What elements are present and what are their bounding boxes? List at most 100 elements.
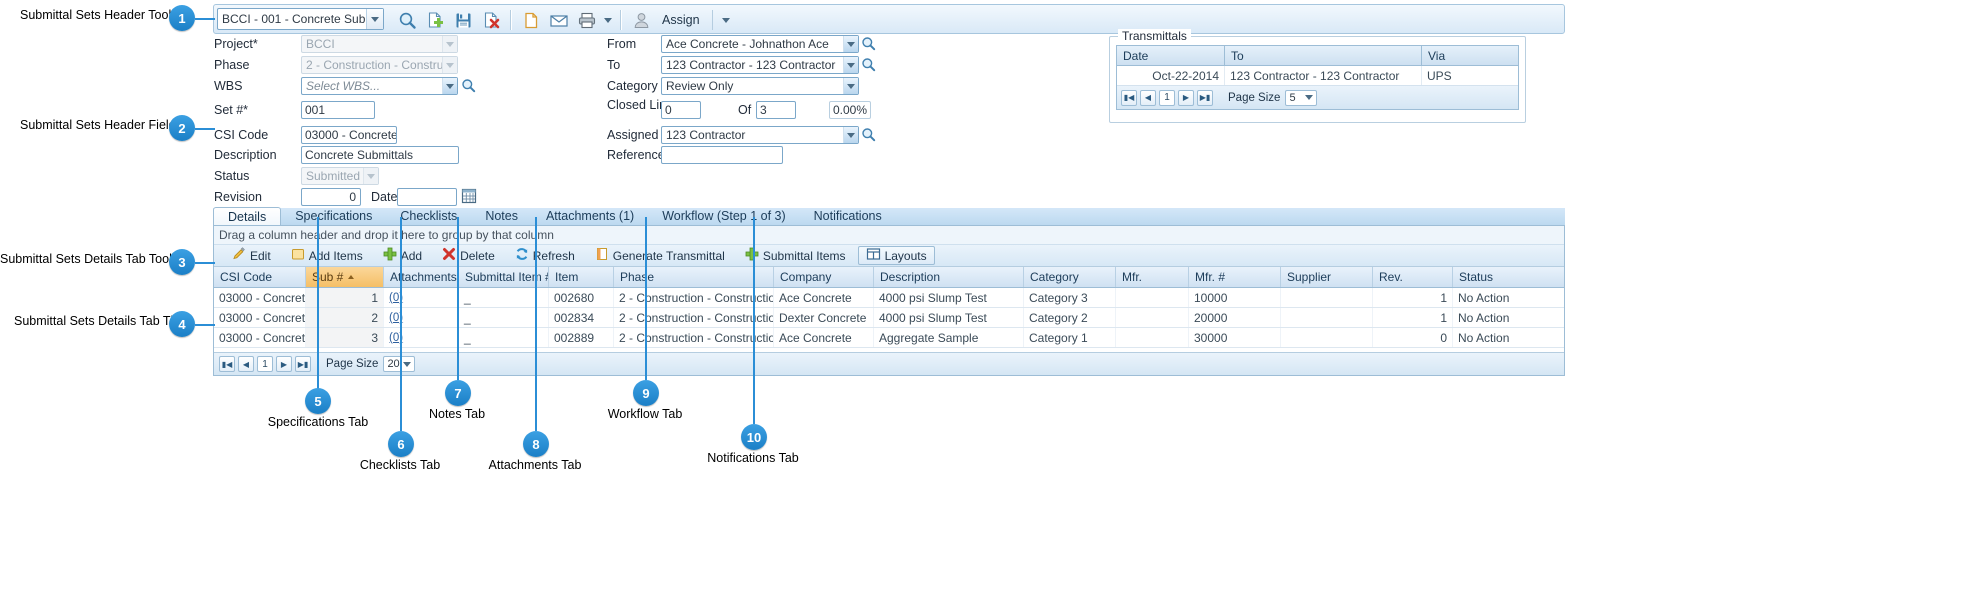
col-item[interactable]: Item xyxy=(549,267,614,287)
copy-icon[interactable] xyxy=(518,7,544,33)
chevron-down-icon[interactable] xyxy=(1305,95,1314,100)
chevron-down-icon[interactable] xyxy=(366,9,383,29)
to-search-icon[interactable] xyxy=(861,57,876,72)
callout-label-3: Submittal Sets Details Tab Toolbar xyxy=(0,252,190,266)
tab-attachments[interactable]: Attachments (1) xyxy=(532,207,648,225)
callout-label-9: Workflow Tab xyxy=(607,407,683,421)
cell-description: 4000 psi Slump Test xyxy=(874,288,1024,307)
col-rev[interactable]: Rev. xyxy=(1373,267,1453,287)
page-number-button[interactable]: 1 xyxy=(257,356,273,372)
assign-label[interactable]: Assign xyxy=(656,13,706,27)
col-company[interactable]: Company xyxy=(774,267,874,287)
prev-page-button[interactable]: ◀ xyxy=(238,356,254,372)
last-page-button[interactable]: ▶▮ xyxy=(295,356,311,372)
assign-dropdown-icon[interactable] xyxy=(719,7,733,33)
edit-button[interactable]: Edit xyxy=(224,246,279,265)
transmittals-col-via[interactable]: Via xyxy=(1422,46,1518,65)
tab-details[interactable]: Details xyxy=(213,207,282,225)
reference-input[interactable] xyxy=(661,146,783,164)
page-number-button[interactable]: 1 xyxy=(1159,89,1175,106)
description-value: Concrete Submittals xyxy=(305,148,414,162)
assigned-to-combo[interactable]: 123 Contractor xyxy=(661,126,859,144)
cell-attachments[interactable]: (0) xyxy=(384,328,459,347)
project-combo[interactable]: BCCI xyxy=(301,35,458,53)
plus-icon xyxy=(745,247,759,264)
col-mfr-number[interactable]: Mfr. # xyxy=(1189,267,1281,287)
print-icon[interactable] xyxy=(574,7,600,33)
from-search-icon[interactable] xyxy=(861,36,876,51)
details-panel: Drag a column header and drop it here to… xyxy=(213,226,1565,376)
cell-attachments[interactable]: (0) xyxy=(384,288,459,307)
search-icon[interactable] xyxy=(394,7,420,33)
tab-notifications[interactable]: Notifications xyxy=(800,207,896,225)
chevron-down-icon[interactable] xyxy=(843,127,858,143)
next-page-button[interactable]: ▶ xyxy=(1178,89,1194,106)
wbs-search-icon[interactable] xyxy=(461,78,476,93)
refresh-button[interactable]: Refresh xyxy=(507,246,583,265)
phase-combo[interactable]: 2 - Construction - Construction xyxy=(301,56,458,74)
chevron-down-icon[interactable] xyxy=(843,78,858,94)
page-size-label: Page Size xyxy=(1228,91,1281,104)
to-combo[interactable]: 123 Contractor - 123 Contractor xyxy=(661,56,859,74)
cell-company: Dexter Concrete xyxy=(774,308,874,327)
chevron-down-icon[interactable] xyxy=(403,361,412,367)
delete-document-icon[interactable] xyxy=(478,7,504,33)
chevron-down-icon[interactable] xyxy=(843,57,858,73)
chevron-down-icon[interactable] xyxy=(442,57,457,73)
chevron-down-icon[interactable] xyxy=(843,36,858,52)
description-input[interactable]: Concrete Submittals xyxy=(301,146,459,164)
tab-workflow[interactable]: Workflow (Step 1 of 3) xyxy=(648,207,799,225)
next-page-button[interactable]: ▶ xyxy=(276,356,292,372)
email-icon[interactable] xyxy=(546,7,572,33)
chevron-down-icon[interactable] xyxy=(442,36,457,52)
table-row[interactable]: 03000 - Concrete 1 (0) _ 002680 2 - Cons… xyxy=(214,288,1564,308)
layouts-button[interactable]: Layouts xyxy=(857,246,935,265)
transmittals-col-to[interactable]: To xyxy=(1225,46,1422,65)
col-attachments[interactable]: Attachments xyxy=(384,267,459,287)
from-combo[interactable]: Ace Concrete - Johnathon Ace xyxy=(661,35,859,53)
closed-lines-input[interactable]: 0 xyxy=(661,101,701,119)
tab-notes[interactable]: Notes xyxy=(471,207,532,225)
save-icon[interactable] xyxy=(450,7,476,33)
chevron-down-icon[interactable] xyxy=(442,78,457,94)
category-combo[interactable]: Review Only xyxy=(661,77,859,95)
table-row[interactable]: 03000 - Concrete 2 (0) _ 002834 2 - Cons… xyxy=(214,308,1564,328)
col-status[interactable]: Status xyxy=(1453,267,1564,287)
new-document-icon[interactable] xyxy=(422,7,448,33)
add-button[interactable]: Add xyxy=(375,246,430,265)
wbs-combo[interactable]: Select WBS... xyxy=(301,77,458,95)
transmittals-col-date[interactable]: Date xyxy=(1117,46,1225,65)
generate-transmittal-button[interactable]: Generate Transmittal xyxy=(587,246,733,265)
tab-specifications[interactable]: Specifications xyxy=(281,207,386,225)
col-mfr[interactable]: Mfr. xyxy=(1116,267,1189,287)
first-page-button[interactable]: ▮◀ xyxy=(1121,89,1137,106)
of-input[interactable]: 3 xyxy=(756,101,796,119)
set-number-input[interactable]: 001 xyxy=(301,101,375,119)
cell-attachments[interactable]: (0) xyxy=(384,308,459,327)
delete-button[interactable]: Delete xyxy=(434,246,503,265)
status-combo[interactable]: Submitted xyxy=(301,167,379,185)
chevron-down-icon[interactable] xyxy=(363,168,378,184)
last-page-button[interactable]: ▶▮ xyxy=(1197,89,1213,106)
revision-input[interactable]: 0 xyxy=(301,188,361,206)
col-csi-code[interactable]: CSI Code xyxy=(214,267,306,287)
col-description[interactable]: Description xyxy=(874,267,1024,287)
col-category[interactable]: Category xyxy=(1024,267,1116,287)
page-size-select[interactable]: 5 xyxy=(1285,89,1318,106)
group-by-dropzone[interactable]: Drag a column header and drop it here to… xyxy=(214,226,1564,245)
assigned-to-search-icon[interactable] xyxy=(861,127,876,142)
revision-label: Revision xyxy=(214,190,262,204)
col-phase[interactable]: Phase xyxy=(614,267,774,287)
date-input[interactable] xyxy=(397,188,457,206)
col-supplier[interactable]: Supplier xyxy=(1281,267,1373,287)
prev-page-button[interactable]: ◀ xyxy=(1140,89,1156,106)
print-dropdown-icon[interactable] xyxy=(602,7,614,33)
add-items-button[interactable]: Add Items xyxy=(283,246,371,265)
csi-code-input[interactable]: 03000 - Concrete xyxy=(301,126,397,144)
first-page-button[interactable]: ▮◀ xyxy=(219,356,235,372)
record-selector-combo[interactable]: BCCI - 001 - Concrete Submittals xyxy=(217,8,384,30)
transmittals-row[interactable]: Oct-22-2014 123 Contractor - 123 Contrac… xyxy=(1117,66,1518,86)
table-row[interactable]: 03000 - Concrete 3 (0) _ 002889 2 - Cons… xyxy=(214,328,1564,348)
assign-user-icon[interactable] xyxy=(628,7,654,33)
calendar-icon[interactable] xyxy=(461,188,477,204)
